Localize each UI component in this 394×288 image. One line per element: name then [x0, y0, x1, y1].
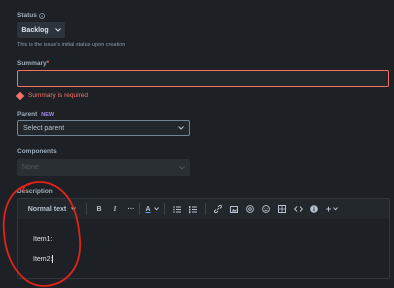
annotation-circle — [2, 181, 81, 287]
